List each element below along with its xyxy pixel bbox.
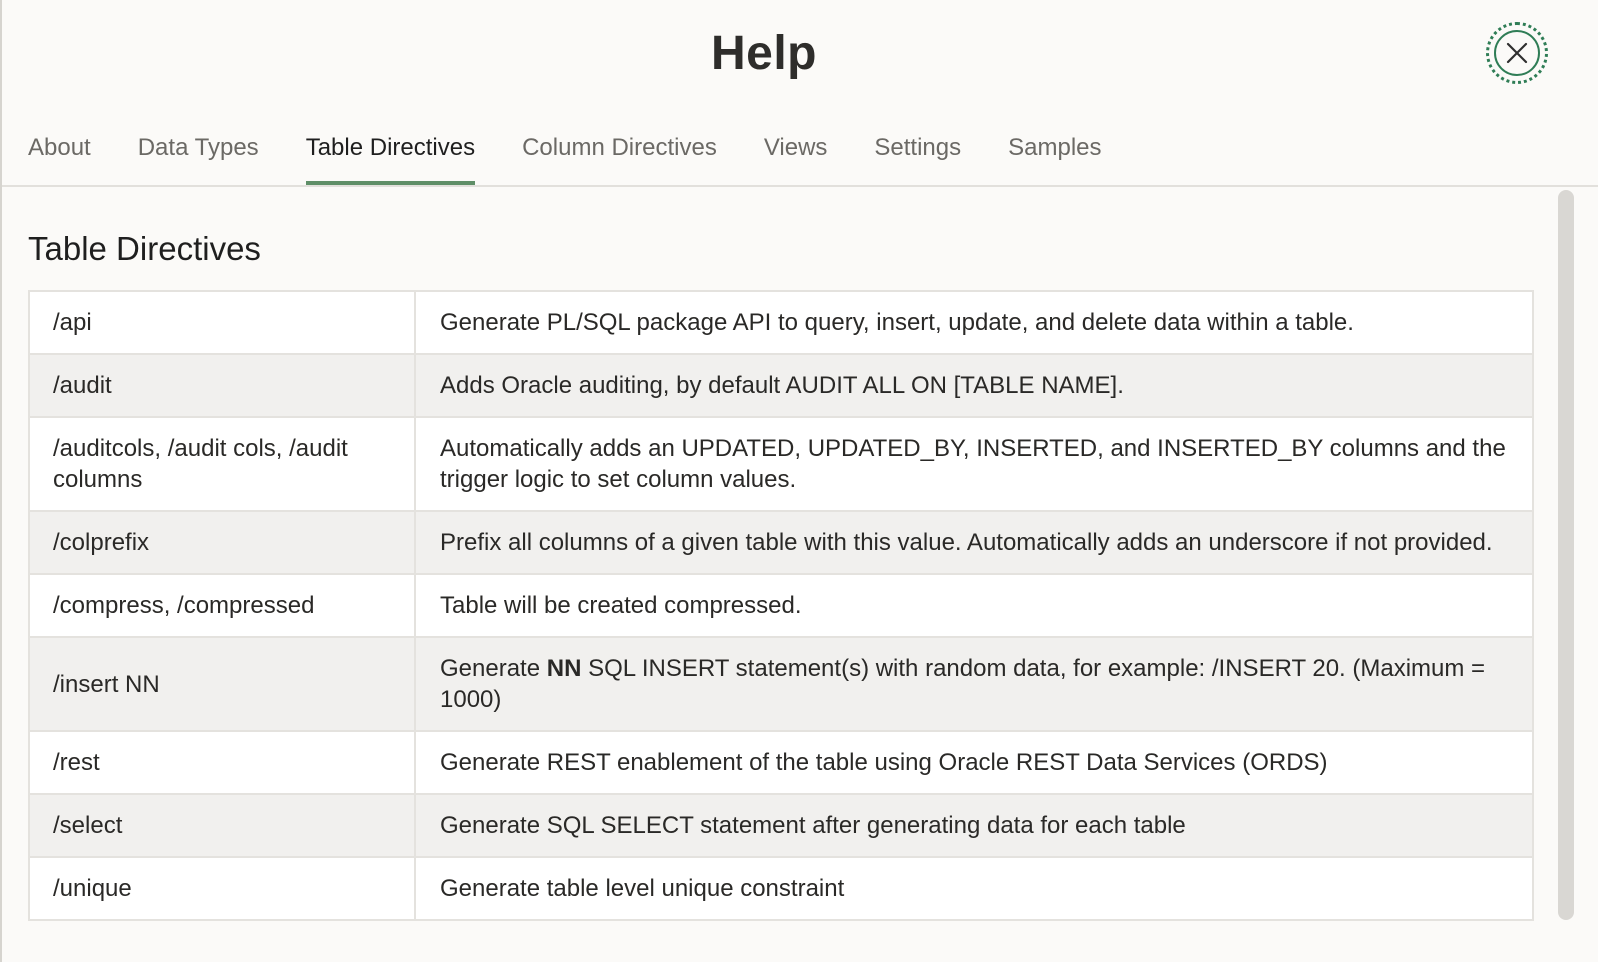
tab-samples[interactable]: Samples: [1008, 110, 1101, 186]
directive-description: Prefix all columns of a given table with…: [440, 529, 1493, 556]
table-row: /rest Generate REST enablement of the ta…: [30, 732, 1532, 795]
table-row: /colprefix Prefix all columns of a given…: [30, 512, 1532, 575]
directive-description: Table will be created compressed.: [440, 592, 802, 619]
directive-description: Generate SQL SELECT statement after gene…: [440, 812, 1186, 839]
tab-settings[interactable]: Settings: [874, 110, 961, 186]
table-row: /api Generate PL/SQL package API to quer…: [30, 292, 1532, 355]
directive-description: Generate REST enablement of the table us…: [440, 749, 1328, 776]
table-row: /audit Adds Oracle auditing, by default …: [30, 355, 1532, 418]
directive-name: /colprefix: [30, 512, 416, 573]
directive-description: Generate PL/SQL package API to query, in…: [440, 309, 1354, 336]
tab-bar: About Data Types Table Directives Column…: [28, 110, 1149, 186]
scrollbar[interactable]: [1558, 190, 1574, 920]
tab-data-types[interactable]: Data Types: [138, 110, 259, 186]
table-row: /compress, /compressed Table will be cre…: [30, 575, 1532, 638]
table-row: /auditcols, /audit cols, /audit columns …: [30, 418, 1532, 512]
directive-description: Adds Oracle auditing, by default AUDIT A…: [440, 372, 1124, 399]
table-row: /insert NN Generate NN SQL INSERT statem…: [30, 638, 1532, 732]
directive-name: /audit: [30, 355, 416, 416]
description-suffix: SQL INSERT statement(s) with random data…: [440, 655, 1486, 713]
directive-name: /insert NN: [30, 638, 416, 730]
description-text: Generate NN SQL INSERT statement(s) with…: [440, 653, 1508, 715]
tab-about[interactable]: About: [28, 110, 91, 186]
tab-table-directives[interactable]: Table Directives: [305, 110, 476, 186]
tab-column-directives[interactable]: Column Directives: [522, 110, 717, 186]
help-dialog: Help About Data Types Table Directives C…: [0, 0, 1598, 962]
directive-name: /select: [30, 795, 416, 856]
directive-name: /compress, /compressed: [30, 575, 416, 636]
description-bold: NN: [546, 655, 582, 682]
dialog-title: Help: [710, 27, 817, 80]
directive-name: /unique: [30, 858, 416, 919]
directive-name: /rest: [30, 732, 416, 793]
tabs-divider: [2, 185, 1598, 187]
directives-table: /api Generate PL/SQL package API to quer…: [28, 290, 1534, 921]
directive-name: /auditcols, /audit cols, /audit columns: [30, 418, 416, 510]
tab-views[interactable]: Views: [764, 110, 828, 186]
directive-description: Generate NN SQL INSERT statement(s) with…: [416, 638, 1532, 730]
table-row: /select Generate SQL SELECT statement af…: [30, 795, 1532, 858]
close-button[interactable]: [1486, 22, 1548, 84]
directive-description: Generate table level unique constraint: [440, 875, 845, 902]
section-title: Table Directives: [28, 230, 261, 267]
directive-description: Automatically adds an UPDATED, UPDATED_B…: [440, 435, 1506, 493]
directive-name: /api: [30, 292, 416, 353]
description-prefix: Generate: [440, 655, 547, 682]
table-row: /unique Generate table level unique cons…: [30, 858, 1532, 919]
close-icon: [1494, 30, 1540, 76]
